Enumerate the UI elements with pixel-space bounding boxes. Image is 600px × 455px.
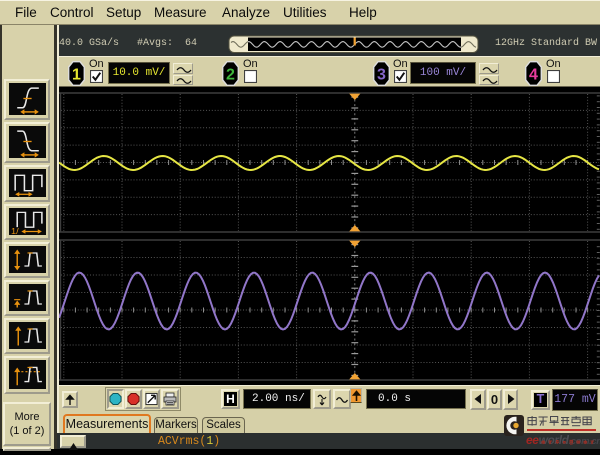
svg-text:4: 4 bbox=[529, 67, 538, 84]
svg-text:3: 3 bbox=[377, 67, 386, 84]
svg-text:1: 1 bbox=[72, 67, 81, 84]
svg-text:2: 2 bbox=[226, 67, 235, 84]
svg-text:1/: 1/ bbox=[11, 227, 19, 235]
